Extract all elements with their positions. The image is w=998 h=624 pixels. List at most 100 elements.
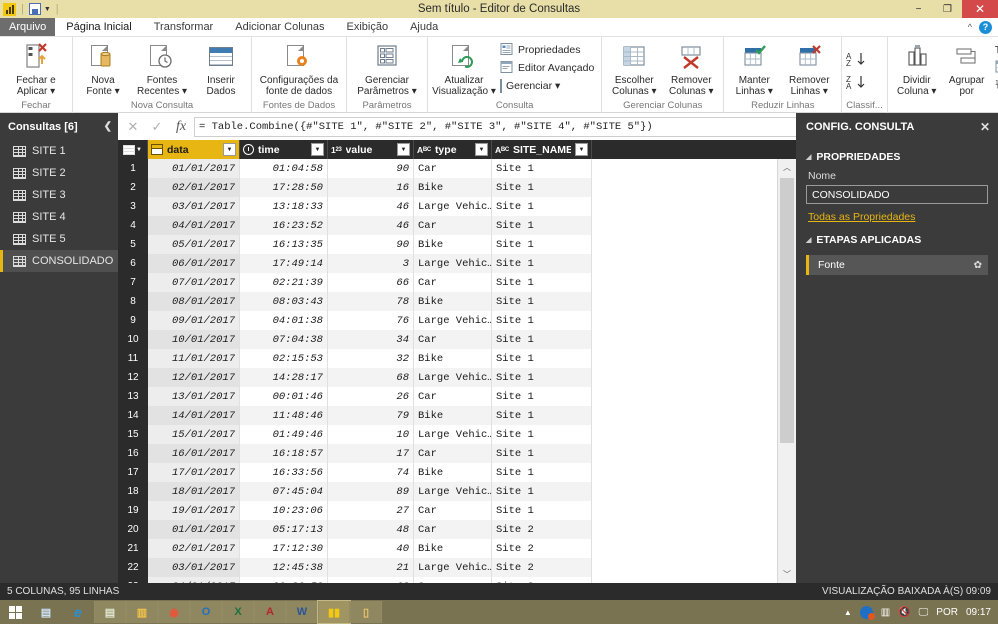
- table-cell-time[interactable]: 16:33:56: [240, 463, 328, 482]
- table-row[interactable]: 4 04/01/2017 16:23:52 46 Car Site 1: [118, 216, 777, 235]
- table-cell-time[interactable]: 05:17:13: [240, 520, 328, 539]
- table-cell-type[interactable]: Car: [414, 520, 492, 539]
- table-cell-site_name[interactable]: Site 1: [492, 501, 592, 520]
- table-cell-type[interactable]: Bike: [414, 406, 492, 425]
- table-cell-time[interactable]: 11:48:46: [240, 406, 328, 425]
- replace-values-button[interactable]: 12 Substituir Valores: [992, 77, 998, 95]
- table-cell-site_name[interactable]: Site 1: [492, 197, 592, 216]
- group-by-button[interactable]: Agrupar por: [943, 39, 991, 97]
- help-icon[interactable]: ?: [979, 20, 992, 34]
- table-cell-type[interactable]: Car: [414, 216, 492, 235]
- table-cell-data[interactable]: 11/01/2017: [148, 349, 240, 368]
- table-row[interactable]: 16 16/01/2017 16:18:57 17 Car Site 1: [118, 444, 777, 463]
- table-cell-time[interactable]: 07:45:04: [240, 482, 328, 501]
- table-cell-time[interactable]: 01:49:46: [240, 425, 328, 444]
- properties-section-header[interactable]: ◢ PROPRIEDADES: [796, 146, 998, 168]
- table-row[interactable]: 17 17/01/2017 16:33:56 74 Bike Site 1: [118, 463, 777, 482]
- table-cell-time[interactable]: 12:45:38: [240, 558, 328, 577]
- access-icon[interactable]: A: [254, 601, 286, 623]
- table-cell-value[interactable]: 48: [328, 520, 414, 539]
- tab-ajuda[interactable]: Ajuda: [399, 18, 449, 36]
- table-cell-time[interactable]: 02:15:53: [240, 349, 328, 368]
- table-cell-type[interactable]: Large Vehic…: [414, 311, 492, 330]
- table-cell-site_name[interactable]: Site 1: [492, 235, 592, 254]
- table-row[interactable]: 1 01/01/2017 01:04:58 90 Car Site 1: [118, 159, 777, 178]
- table-cell-value[interactable]: 46: [328, 197, 414, 216]
- table-cell-type[interactable]: Bike: [414, 349, 492, 368]
- table-cell-time[interactable]: 04:01:38: [240, 311, 328, 330]
- select-all-columns-button[interactable]: ▼: [118, 140, 148, 159]
- chevron-down-icon[interactable]: ﹀: [778, 566, 796, 583]
- table-cell-value[interactable]: 66: [328, 273, 414, 292]
- table-cell-site_name[interactable]: Site 1: [492, 406, 592, 425]
- tab-transformar[interactable]: Transformar: [143, 18, 225, 36]
- grid-vertical-scrollbar[interactable]: ︿ ﹀: [777, 159, 796, 583]
- table-cell-value[interactable]: 40: [328, 539, 414, 558]
- table-cell-data[interactable]: 17/01/2017: [148, 463, 240, 482]
- table-cell-type[interactable]: Car: [414, 273, 492, 292]
- internet-explorer-icon[interactable]: e: [62, 601, 94, 623]
- table-cell-value[interactable]: 90: [328, 235, 414, 254]
- scrollbar-thumb[interactable]: [780, 178, 794, 443]
- table-cell-site_name[interactable]: Site 1: [492, 387, 592, 406]
- table-cell-data[interactable]: 02/01/2017: [148, 539, 240, 558]
- table-cell-value[interactable]: 26: [328, 387, 414, 406]
- enter-data-button[interactable]: Inserir Dados: [195, 39, 247, 97]
- table-cell-site_name[interactable]: Site 1: [492, 292, 592, 311]
- table-cell-type[interactable]: Bike: [414, 235, 492, 254]
- chrome-icon[interactable]: ◉: [158, 601, 190, 623]
- split-column-button[interactable]: Dividir Coluna ▾: [892, 39, 942, 97]
- table-cell-time[interactable]: 00:01:46: [240, 387, 328, 406]
- clock[interactable]: 09:17: [966, 607, 991, 618]
- column-header-time[interactable]: time ▼: [240, 140, 328, 159]
- windows-start-icon[interactable]: [0, 600, 30, 624]
- table-row[interactable]: 21 02/01/2017 17:12:30 40 Bike Site 2: [118, 539, 777, 558]
- filter-dropdown-icon[interactable]: ▼: [397, 143, 410, 156]
- table-row[interactable]: 22 03/01/2017 12:45:38 21 Large Vehic… Site 2: [118, 558, 777, 577]
- table-cell-site_name[interactable]: Site 2: [492, 558, 592, 577]
- table-row[interactable]: 8 08/01/2017 08:03:43 78 Bike Site 1: [118, 292, 777, 311]
- table-cell-value[interactable]: 10: [328, 425, 414, 444]
- table-cell-site_name[interactable]: Site 2: [492, 520, 592, 539]
- properties-button[interactable]: Propriedades: [497, 41, 597, 59]
- table-cell-site_name[interactable]: Site 1: [492, 425, 592, 444]
- manage-button[interactable]: Gerenciar ▾: [497, 77, 597, 95]
- recent-sources-button[interactable]: Fontes Recentes ▾: [130, 39, 194, 97]
- table-row[interactable]: 5 05/01/2017 16:13:35 90 Bike Site 1: [118, 235, 777, 254]
- table-cell-type[interactable]: Large Vehic…: [414, 254, 492, 273]
- table-row[interactable]: 13 13/01/2017 00:01:46 26 Car Site 1: [118, 387, 777, 406]
- chevron-left-icon[interactable]: ❮: [104, 121, 112, 132]
- fx-icon[interactable]: fx: [170, 117, 192, 137]
- table-cell-site_name[interactable]: Site 1: [492, 368, 592, 387]
- chevron-up-icon[interactable]: ▲: [844, 608, 852, 617]
- table-cell-site_name[interactable]: Site 1: [492, 178, 592, 197]
- table-cell-site_name[interactable]: Site 1: [492, 463, 592, 482]
- table-cell-time[interactable]: 07:04:38: [240, 330, 328, 349]
- tab-pagina-inicial[interactable]: Página Inicial: [55, 18, 143, 36]
- data-source-settings-button[interactable]: Configurações da fonte de dados: [256, 39, 342, 97]
- table-cell-site_name[interactable]: Site 1: [492, 349, 592, 368]
- table-cell-site_name[interactable]: Site 1: [492, 330, 592, 349]
- table-cell-site_name[interactable]: Site 1: [492, 216, 592, 235]
- table-cell-type[interactable]: Large Vehic…: [414, 368, 492, 387]
- refresh-preview-button[interactable]: Atualizar Visualização ▾: [432, 39, 496, 97]
- table-cell-site_name[interactable]: Site 1: [492, 444, 592, 463]
- tab-arquivo[interactable]: Arquivo: [0, 18, 56, 36]
- close-icon[interactable]: ✕: [980, 120, 990, 134]
- onedrive-sync-icon[interactable]: [859, 605, 875, 620]
- table-cell-value[interactable]: 90: [328, 159, 414, 178]
- check-icon[interactable]: ✓: [146, 117, 168, 137]
- sort-ascending-button[interactable]: AZ: [846, 51, 868, 70]
- maximize-button[interactable]: ❐: [933, 0, 962, 18]
- applied-step-fonte[interactable]: Fonte ✿: [806, 255, 988, 275]
- table-cell-time[interactable]: 17:28:50: [240, 178, 328, 197]
- table-cell-time[interactable]: 13:18:33: [240, 197, 328, 216]
- table-cell-data[interactable]: 03/01/2017: [148, 558, 240, 577]
- gear-icon[interactable]: ✿: [974, 260, 982, 271]
- outlook-icon[interactable]: O: [190, 601, 222, 623]
- table-row[interactable]: 14 14/01/2017 11:48:46 79 Bike Site 1: [118, 406, 777, 425]
- table-cell-data[interactable]: 13/01/2017: [148, 387, 240, 406]
- table-row[interactable]: 3 03/01/2017 13:18:33 46 Large Vehic… Site 1: [118, 197, 777, 216]
- table-cell-data[interactable]: 12/01/2017: [148, 368, 240, 387]
- remove-rows-button[interactable]: Remover Linhas ▾: [781, 39, 837, 97]
